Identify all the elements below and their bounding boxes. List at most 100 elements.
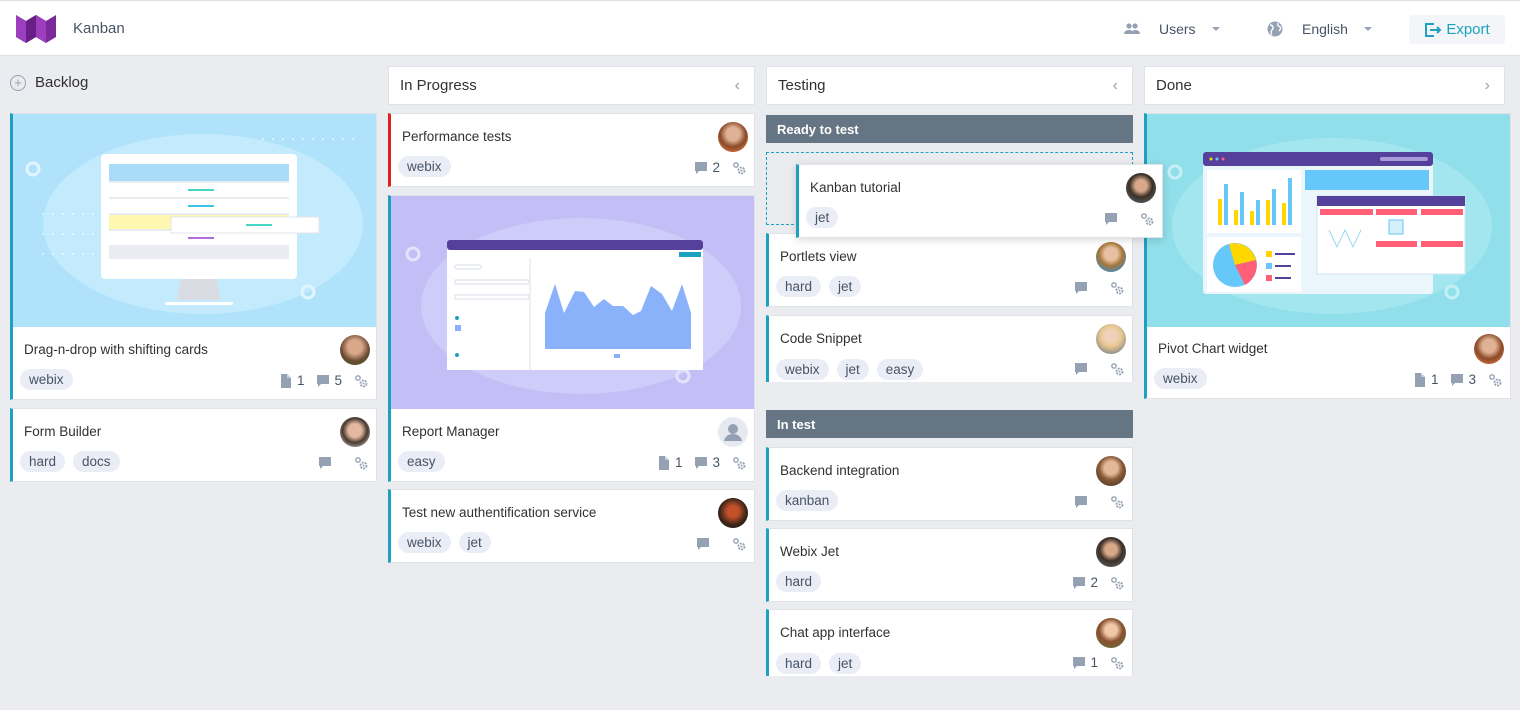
card-tags: webix [1154,368,1207,389]
card[interactable]: Backend integration kanban [766,447,1133,521]
tag[interactable]: hard [776,276,822,297]
tag[interactable]: hard [776,653,822,674]
avatar [718,498,748,528]
settings-icon[interactable] [354,374,368,388]
tag[interactable]: webix [398,156,451,177]
card-meta [1104,212,1154,226]
add-card-icon[interactable]: + [10,74,26,91]
comment-icon[interactable] [318,456,332,470]
avatar-placeholder-icon [718,417,748,447]
settings-icon[interactable] [1110,495,1124,509]
column-title: In Progress [400,77,477,94]
chevron-down-icon [1363,27,1372,31]
comment-icon[interactable] [316,374,330,388]
tag[interactable]: jet [829,276,862,297]
card-image [391,196,754,409]
subcolumn-header-ready-to-test: Ready to test [766,115,1133,143]
avatar [1096,537,1126,567]
language-dropdown[interactable]: English [1266,17,1372,41]
comment-icon[interactable] [694,456,708,470]
tag[interactable]: jet [458,532,491,553]
settings-icon[interactable] [1488,373,1502,387]
card[interactable]: Chat app interface hard jet 1 [766,609,1133,676]
tag[interactable]: jet [806,207,839,228]
card[interactable]: Pivot Chart widget webix 1 3 [1144,113,1511,399]
card-tags: hard jet [776,276,862,297]
avatar [340,335,370,365]
card[interactable]: Report Manager easy 1 3 [388,195,755,482]
column-title: Testing [778,77,826,94]
card[interactable]: Form Builder hard docs [10,408,377,482]
tag[interactable]: easy [876,359,924,380]
comment-icon[interactable] [1074,362,1088,376]
card[interactable]: Webix Jet hard 2 [766,528,1133,602]
card[interactable]: Performance tests webix 2 [388,113,755,187]
attachment-icon[interactable] [657,456,671,470]
settings-icon[interactable] [1110,281,1124,295]
language-label: English [1302,21,1348,37]
comment-icon[interactable] [1072,576,1086,590]
card[interactable]: Portlets view hard jet [766,233,1133,307]
card[interactable]: Test new authentification service webix … [388,489,755,563]
comment-icon[interactable] [1072,656,1086,670]
dragging-card[interactable]: Kanban tutorial jet [796,164,1163,238]
webix-logo-icon [16,15,56,43]
users-dropdown[interactable]: Users [1123,17,1220,41]
export-icon [1425,22,1442,37]
comment-icon[interactable] [694,161,708,175]
attachment-icon[interactable] [279,374,293,388]
card-title: Form Builder [24,424,102,439]
comment-icon[interactable] [1450,373,1464,387]
card-tags: webix [20,369,73,390]
app-title: Kanban [73,20,125,37]
collapse-left-icon[interactable]: ‹ [735,77,740,95]
comment-count: 2 [712,160,720,175]
comment-icon[interactable] [1074,495,1088,509]
settings-icon[interactable] [732,161,746,175]
card-meta: 1 [1072,655,1124,670]
card-tags: webix jet [398,532,491,553]
settings-icon[interactable] [732,456,746,470]
column-title: Done [1156,77,1192,94]
card[interactable]: Code Snippet webix jet easy [766,315,1133,382]
attachment-icon[interactable] [1413,373,1427,387]
settings-icon[interactable] [1110,362,1124,376]
card[interactable]: Drag-n-drop with shifting cards webix 1 … [10,113,377,400]
tag[interactable]: hard [776,571,822,592]
column-title: Backlog [35,74,89,91]
tag[interactable]: webix [20,369,73,390]
tag[interactable]: webix [776,359,829,380]
comment-icon[interactable] [696,537,710,551]
avatar [1126,173,1156,203]
tag[interactable]: webix [398,532,451,553]
collapse-right-icon[interactable]: › [1485,77,1490,95]
column-header-in-progress: In Progress ‹ [388,66,755,105]
settings-icon[interactable] [732,537,746,551]
column-header-testing: Testing ‹ [766,66,1133,105]
subcolumn-title: In test [777,416,816,432]
settings-icon[interactable] [1110,576,1124,590]
comment-icon[interactable] [1104,212,1118,226]
collapse-left-icon[interactable]: ‹ [1113,77,1118,95]
settings-icon[interactable] [1110,656,1124,670]
tag[interactable]: kanban [776,490,839,511]
tag[interactable]: jet [836,359,869,380]
comment-count: 2 [1090,575,1098,590]
comment-count: 3 [1468,372,1476,387]
card-tags: jet [806,207,839,228]
tag[interactable]: hard [20,451,66,472]
comment-icon[interactable] [1074,281,1088,295]
card-title: Drag-n-drop with shifting cards [24,342,208,357]
export-button[interactable]: Export [1409,15,1505,44]
tag[interactable]: docs [73,451,120,472]
tag[interactable]: easy [398,451,445,472]
tag[interactable]: jet [829,653,862,674]
card-meta: 1 5 [279,373,368,388]
comment-count: 3 [712,455,720,470]
tag[interactable]: webix [1154,368,1207,389]
card-meta [1074,362,1124,376]
settings-icon[interactable] [1140,212,1154,226]
subcolumn-title: Ready to test [777,121,859,137]
avatar [1096,456,1126,486]
settings-icon[interactable] [354,456,368,470]
